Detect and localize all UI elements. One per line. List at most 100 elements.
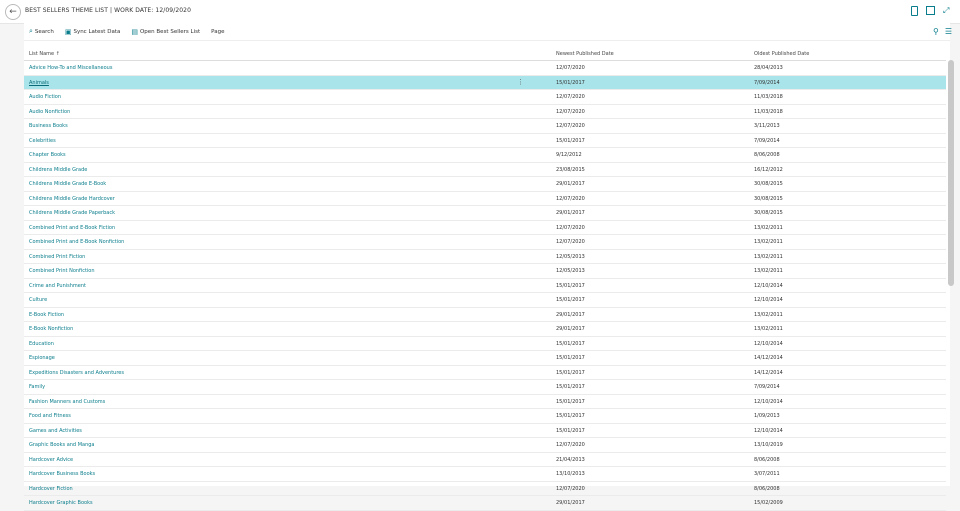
newest-date-cell: 12/07/2020: [556, 94, 585, 100]
table-row[interactable]: Chapter Books 9/12/2012 8/06/2008: [24, 148, 946, 163]
oldest-date-cell: 1/09/2013: [754, 413, 780, 419]
table-row[interactable]: Education 15/01/2017 12/10/2014: [24, 337, 946, 351]
column-header-oldest[interactable]: Oldest Published Date: [754, 51, 809, 57]
list-name-cell[interactable]: Combined Print Fiction: [29, 254, 85, 260]
table-row[interactable]: Fashion Manners and Customs 15/01/2017 12/…: [24, 395, 946, 409]
oldest-date-cell: 12/10/2014: [754, 427, 783, 434]
open-new-window-icon[interactable]: [926, 6, 935, 15]
list-name-cell[interactable]: Food and Fitness: [29, 413, 71, 419]
table-row[interactable]: Hardcover Advice 21/04/2013 8/06/2008: [24, 453, 946, 467]
table-row[interactable]: Celebrities 15/01/2017 7/09/2014: [24, 134, 946, 148]
newest-date-cell: 9/12/2012: [556, 152, 582, 158]
list-name-cell[interactable]: Childrens Middle Grade Hardcover: [29, 196, 115, 202]
list-name-cell[interactable]: Espionage: [29, 355, 55, 361]
list-name-cell[interactable]: Combined Print Nonfiction: [29, 268, 95, 274]
title-bar: ← BEST SELLERS THEME LIST | WORK DATE: 1…: [0, 0, 960, 24]
table-row[interactable]: Animals 15/01/2017 7/09/2014 ⋮: [24, 75, 946, 90]
expand-icon[interactable]: ⤢: [943, 6, 952, 15]
table-row[interactable]: Combined Print Fiction 12/05/2013 13/02/20…: [24, 250, 946, 264]
table-row[interactable]: Crime and Punishment 15/01/2017 12/10/2014: [24, 279, 946, 293]
newest-date-cell: 13/10/2013: [556, 471, 585, 477]
table-row[interactable]: Graphic Books and Manga 12/07/2020 13/10/2…: [24, 438, 946, 453]
sync-latest-data-button[interactable]: ▣ Sync Latest Data: [65, 28, 121, 36]
table-row[interactable]: Combined Print and E-Book Nonfiction 12/0…: [24, 235, 946, 250]
list-name-cell[interactable]: Education: [29, 341, 54, 347]
table-row[interactable]: Food and Fitness 15/01/2017 1/09/2013: [24, 409, 946, 424]
table-row[interactable]: Hardcover Graphic Books 29/01/2017 15/02/2…: [24, 496, 946, 511]
list-name-cell[interactable]: Graphic Books and Manga: [29, 442, 94, 448]
list-name-cell[interactable]: Culture: [29, 297, 47, 303]
sync-label: Sync Latest Data: [73, 28, 121, 35]
table-row[interactable]: Expeditions Disasters and Adventures 15/0…: [24, 366, 946, 380]
table-row[interactable]: Childrens Middle Grade 23/08/2015 16/12/20…: [24, 163, 946, 177]
list-name-cell[interactable]: Childrens Middle Grade Paperback: [29, 210, 115, 216]
newest-date-cell: 12/05/2013: [556, 253, 585, 260]
newest-date-cell: 29/01/2017: [556, 326, 585, 332]
list-name-cell[interactable]: Animals: [29, 80, 49, 86]
list-name-cell[interactable]: Hardcover Business Books: [29, 471, 95, 477]
bookmark-icon[interactable]: [911, 6, 918, 16]
list-name-cell[interactable]: Business Books: [29, 123, 68, 129]
newest-date-cell: 12/07/2020: [556, 239, 585, 245]
newest-date-cell: 15/01/2017: [556, 340, 585, 347]
list-name-cell[interactable]: Advice How-To and Miscellaneous: [29, 65, 112, 71]
newest-date-cell: 15/01/2017: [556, 427, 585, 434]
table-row[interactable]: Games and Activities 15/01/2017 12/10/2014: [24, 424, 946, 438]
list-name-cell[interactable]: Combined Print and E-Book Fiction: [29, 225, 115, 231]
list-name-cell[interactable]: Combined Print and E-Book Nonfiction: [29, 239, 124, 245]
row-menu-icon[interactable]: ⋮: [517, 78, 524, 86]
newest-date-cell: 15/01/2017: [556, 297, 585, 303]
oldest-date-cell: 7/09/2014: [754, 137, 780, 144]
arrow-left-icon: ←: [9, 7, 17, 17]
table-row[interactable]: Childrens Middle Grade Paperback 29/01/20…: [24, 206, 946, 221]
column-header-list-name[interactable]: List Name ↑: [29, 51, 60, 57]
list-name-cell[interactable]: Crime and Punishment: [29, 283, 86, 289]
newest-date-cell: 15/01/2017: [556, 369, 585, 376]
vertical-scrollbar[interactable]: [948, 60, 954, 286]
list-name-cell[interactable]: Fashion Manners and Customs: [29, 399, 105, 405]
table-row[interactable]: Audio Fiction 12/07/2020 11/03/2018: [24, 90, 946, 105]
oldest-date-cell: 7/09/2014: [754, 384, 780, 390]
newest-date-cell: 12/07/2020: [556, 224, 585, 231]
back-button[interactable]: ←: [5, 4, 21, 20]
oldest-date-cell: 12/10/2014: [754, 282, 783, 289]
table-row[interactable]: Childrens Middle Grade E-Book 29/01/2017 3…: [24, 177, 946, 192]
list-name-cell[interactable]: Chapter Books: [29, 152, 66, 158]
table-row[interactable]: E-Book Fiction 29/01/2017 13/02/2011: [24, 308, 946, 322]
table-row[interactable]: Combined Print and E-Book Fiction 12/07/2…: [24, 221, 946, 235]
table-row[interactable]: Childrens Middle Grade Hardcover 12/07/20…: [24, 192, 946, 206]
column-header-newest[interactable]: Newest Published Date: [556, 51, 614, 57]
list-name-cell[interactable]: Hardcover Advice: [29, 457, 73, 463]
list-icon: ▤: [131, 27, 138, 36]
filter-icon[interactable]: ⚲: [933, 27, 939, 36]
list-name-cell[interactable]: Expeditions Disasters and Adventures: [29, 370, 124, 376]
table-row[interactable]: Hardcover Fiction 12/07/2020 8/06/2008: [24, 482, 946, 496]
table-row[interactable]: E-Book Nonfiction 29/01/2017 13/02/2011: [24, 322, 946, 337]
list-name-cell[interactable]: Childrens Middle Grade E-Book: [29, 181, 106, 187]
list-name-cell[interactable]: Games and Activities: [29, 428, 82, 434]
table-row[interactable]: Espionage 15/01/2017 14/12/2014: [24, 351, 946, 366]
table-row[interactable]: Hardcover Business Books 13/10/2013 3/07/2…: [24, 467, 946, 482]
table-row[interactable]: Family 15/01/2017 7/09/2014: [24, 380, 946, 395]
list-name-cell[interactable]: Family: [29, 384, 45, 390]
newest-date-cell: 15/01/2017: [556, 355, 585, 361]
oldest-date-cell: 30/08/2015: [754, 195, 783, 202]
table-row[interactable]: Advice How-To and Miscellaneous 12/07/202…: [24, 61, 946, 76]
page-menu-button[interactable]: Page: [211, 29, 224, 35]
search-button[interactable]: ⌕ Search: [29, 27, 54, 36]
oldest-date-cell: 13/02/2011: [754, 326, 783, 332]
list-name-cell[interactable]: Childrens Middle Grade: [29, 167, 87, 173]
list-name-cell[interactable]: E-Book Nonfiction: [29, 326, 73, 332]
table-row[interactable]: Audio Nonfiction 12/07/2020 11/03/2018: [24, 105, 946, 119]
list-name-cell[interactable]: Celebrities: [29, 138, 56, 144]
open-best-sellers-list-button[interactable]: ▤ Open Best Sellers List: [131, 28, 200, 36]
list-name-cell[interactable]: E-Book Fiction: [29, 312, 64, 318]
list-name-cell[interactable]: Hardcover Fiction: [29, 486, 73, 492]
table-row[interactable]: Combined Print Nonfiction 12/05/2013 13/02…: [24, 264, 946, 279]
list-name-cell[interactable]: Audio Nonfiction: [29, 109, 70, 115]
table-row[interactable]: Culture 15/01/2017 12/10/2014: [24, 293, 946, 308]
list-name-cell[interactable]: Hardcover Graphic Books: [29, 500, 93, 506]
table-row[interactable]: Business Books 12/07/2020 3/11/2013: [24, 119, 946, 134]
list-view-icon[interactable]: ☰: [945, 27, 952, 36]
list-name-cell[interactable]: Audio Fiction: [29, 94, 61, 100]
